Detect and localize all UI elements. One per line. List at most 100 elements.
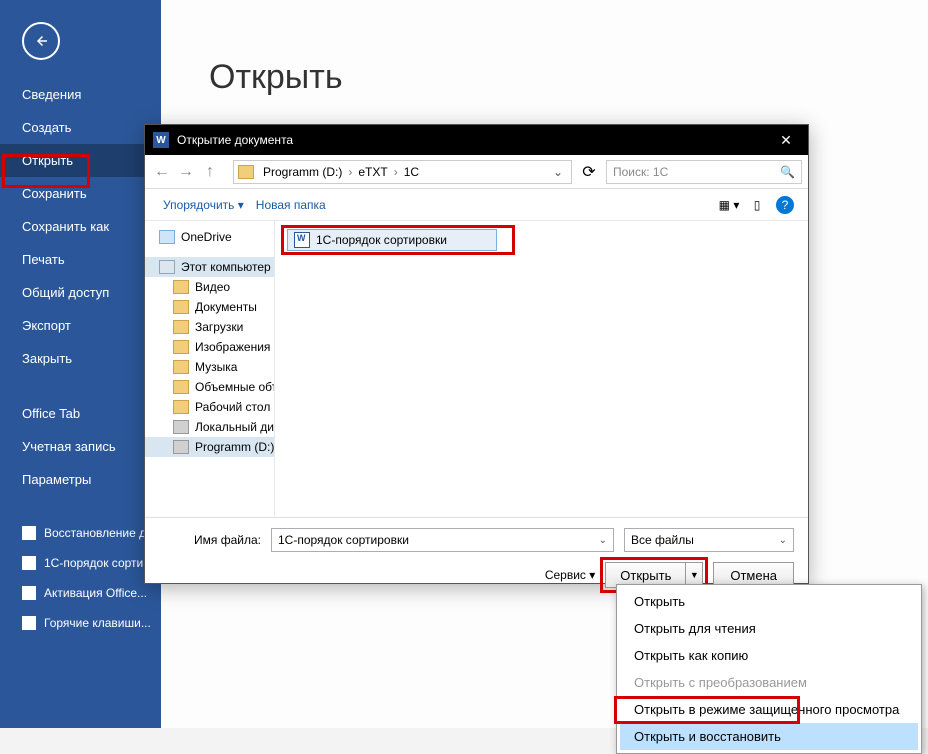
search-input[interactable]: Поиск: 1C 🔍: [606, 160, 802, 184]
tree-label: Загрузки: [195, 320, 243, 334]
nav-up-icon[interactable]: ↑: [199, 161, 221, 183]
sidebar-item[interactable]: Учетная запись: [0, 430, 161, 463]
organize-button[interactable]: Упорядочить ▾: [157, 194, 250, 216]
sidebar-item-закрыть[interactable]: Закрыть: [0, 342, 161, 375]
nav-back-icon[interactable]: ←: [151, 161, 173, 183]
sidebar-item-экспорт[interactable]: Экспорт: [0, 309, 161, 342]
open-file-dialog: W Открытие документа ✕ ← → ↑ Programm (D…: [144, 124, 809, 584]
filetype-select[interactable]: Все файлы ⌄: [624, 528, 794, 552]
nav-forward-icon[interactable]: →: [175, 161, 197, 183]
fold-icon: [173, 340, 189, 354]
fold-icon: [173, 320, 189, 334]
crumb-part[interactable]: 1C: [401, 165, 422, 179]
filename-input[interactable]: 1С-порядок сортировки ⌄: [271, 528, 614, 552]
tree-label: Музыка: [195, 360, 237, 374]
search-placeholder: Поиск: 1C: [613, 165, 668, 179]
sidebar-doc-label: Восстановление д...: [44, 526, 156, 540]
sidebar-item-сведения[interactable]: Сведения: [0, 78, 161, 111]
word-doc-icon: [22, 616, 36, 630]
chevron-down-icon[interactable]: ⌄: [549, 165, 567, 179]
fold-icon: [173, 360, 189, 374]
word-doc-icon: [22, 556, 36, 570]
menu-item: Открыть с преобразованием: [620, 669, 918, 696]
new-folder-button[interactable]: Новая папка: [250, 194, 332, 216]
backstage-sidebar: СведенияСоздатьОткрытьСохранитьСохранить…: [0, 0, 161, 728]
sidebar-item-печать[interactable]: Печать: [0, 243, 161, 276]
preview-pane-icon[interactable]: ▯: [746, 194, 768, 216]
chevron-down-icon[interactable]: ⌄: [599, 535, 607, 546]
disk-icon: [173, 440, 189, 454]
crumb-part[interactable]: eTXT: [355, 165, 390, 179]
help-icon[interactable]: ?: [774, 194, 796, 216]
tree-item[interactable]: Локальный дис: [145, 417, 274, 437]
sidebar-item[interactable]: Параметры: [0, 463, 161, 496]
sidebar-doc-label: Горячие клавиши...: [44, 616, 151, 630]
highlight-open-sidebar: [2, 154, 90, 188]
service-button[interactable]: Сервис ▾: [545, 568, 595, 582]
tree-label: Рабочий стол: [195, 400, 270, 414]
sidebar-doc[interactable]: Восстановление д...: [0, 518, 161, 548]
sidebar-doc[interactable]: Активация Office...: [0, 578, 161, 608]
breadcrumb[interactable]: Programm (D:)› eTXT› 1C ⌄: [233, 160, 572, 184]
arrow-left-icon: [32, 32, 50, 50]
sidebar-doc-label: Активация Office...: [44, 586, 147, 600]
tree-item[interactable]: Programm (D:): [145, 437, 274, 457]
filename-label: Имя файла:: [159, 533, 261, 547]
folder-tree: OneDrive Этот компьютер Видео Документы Загр…: [145, 221, 275, 517]
highlight-open-and-recover: [614, 696, 800, 724]
tree-item[interactable]: OneDrive: [145, 227, 274, 247]
fold-icon: [173, 300, 189, 314]
nav-row: ← → ↑ Programm (D:)› eTXT› 1C ⌄ ⟳ Поиск:…: [145, 155, 808, 189]
cloud-icon: [159, 230, 175, 244]
word-doc-icon: [22, 526, 36, 540]
tree-label: Programm (D:): [195, 440, 274, 454]
pc-icon: [159, 260, 175, 274]
back-button[interactable]: [22, 22, 60, 60]
tree-item[interactable]: Объемные объ: [145, 377, 274, 397]
fold-icon: [173, 380, 189, 394]
tree-item[interactable]: Загрузки: [145, 317, 274, 337]
menu-item[interactable]: Открыть и восстановить: [620, 723, 918, 750]
tree-item[interactable]: Документы: [145, 297, 274, 317]
menu-item[interactable]: Открыть как копию: [620, 642, 918, 669]
filename-value: 1С-порядок сортировки: [278, 533, 409, 547]
disk-icon: [173, 420, 189, 434]
word-doc-icon: [22, 586, 36, 600]
tree-label: Этот компьютер: [181, 260, 271, 274]
sidebar-item-сохранить как[interactable]: Сохранить как: [0, 210, 161, 243]
tree-item[interactable]: Изображения: [145, 337, 274, 357]
folder-icon: [238, 165, 254, 179]
fold-icon: [173, 400, 189, 414]
fold-icon: [173, 280, 189, 294]
refresh-icon[interactable]: ⟳: [578, 161, 600, 183]
view-icon[interactable]: ▦ ▾: [718, 194, 740, 216]
sidebar-doc[interactable]: 1С-порядок сорти...: [0, 548, 161, 578]
tree-label: Локальный дис: [195, 420, 275, 434]
sidebar-item[interactable]: Office Tab: [0, 397, 161, 430]
sidebar-doc[interactable]: Горячие клавиши...: [0, 608, 161, 638]
chevron-down-icon[interactable]: ⌄: [779, 535, 787, 546]
file-list: 1С-порядок сортировки: [275, 221, 808, 517]
filetype-value: Все файлы: [631, 533, 694, 547]
close-icon[interactable]: ✕: [772, 132, 800, 149]
tree-label: OneDrive: [181, 230, 232, 244]
tree-item[interactable]: Музыка: [145, 357, 274, 377]
tree-label: Видео: [195, 280, 230, 294]
dialog-title: Открытие документа: [177, 133, 293, 147]
word-icon: W: [153, 132, 169, 148]
tree-item[interactable]: Этот компьютер: [145, 257, 274, 277]
sidebar-item-общий доступ[interactable]: Общий доступ: [0, 276, 161, 309]
dialog-toolbar: Упорядочить ▾ Новая папка ▦ ▾ ▯ ?: [145, 189, 808, 221]
tree-label: Объемные объ: [195, 380, 275, 394]
menu-item[interactable]: Открыть: [620, 588, 918, 615]
tree-item[interactable]: Рабочий стол: [145, 397, 274, 417]
menu-item[interactable]: Открыть для чтения: [620, 615, 918, 642]
crumb-part[interactable]: Programm (D:): [260, 165, 345, 179]
tree-item[interactable]: Видео: [145, 277, 274, 297]
sidebar-doc-label: 1С-порядок сорти...: [44, 556, 153, 570]
sidebar-item-создать[interactable]: Создать: [0, 111, 161, 144]
open-dropdown-menu: ОткрытьОткрыть для чтенияОткрыть как коп…: [616, 584, 922, 754]
highlight-file: [281, 225, 515, 255]
tree-label: Документы: [195, 300, 257, 314]
page-title: Открыть: [209, 58, 928, 97]
